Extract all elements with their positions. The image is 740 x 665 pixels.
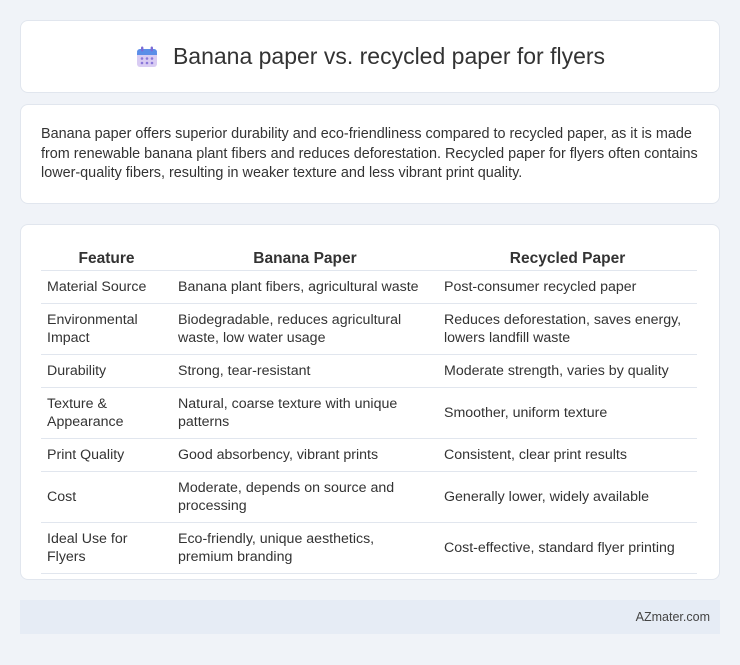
recycled-cell: Cost-effective, standard flyer printing — [438, 522, 697, 574]
summary-paragraph: Banana paper offers superior durability … — [41, 126, 698, 182]
title-wrap: Banana paper vs. recycled paper for flye… — [135, 43, 605, 70]
recycled-cell: Consistent, clear print results — [438, 438, 697, 472]
table-row: Cost Moderate, depends on source and pro… — [41, 471, 697, 523]
page-title: Banana paper vs. recycled paper for flye… — [172, 43, 606, 69]
footer-bar: AZmater.com — [20, 600, 720, 634]
feature-cell: Texture & Appearance — [41, 387, 172, 439]
table-row: Print Quality Good absorbency, vibrant p… — [41, 438, 697, 472]
summary-card: Banana paper offers superior durability … — [20, 104, 720, 204]
banana-cell: Eco-friendly, unique aesthetics, premium… — [172, 522, 438, 574]
feature-cell: Material Source — [41, 270, 172, 304]
title-card: Banana paper vs. recycled paper for flye… — [20, 20, 720, 93]
banana-cell: Good absorbency, vibrant prints — [172, 438, 438, 472]
banana-cell: Strong, tear-resistant — [172, 354, 438, 388]
header-recycled-paper: Recycled Paper — [438, 245, 697, 271]
header-banana-paper: Banana Paper — [172, 245, 438, 271]
table-row: Material Source Banana plant fibers, agr… — [41, 270, 697, 304]
footer-brand: AZmater.com — [635, 610, 710, 624]
table-row: Texture & Appearance Natural, coarse tex… — [41, 387, 697, 439]
banana-cell: Natural, coarse texture with unique patt… — [172, 387, 438, 439]
recycled-cell: Generally lower, widely available — [438, 471, 697, 523]
recycled-cell: Reduces deforestation, saves energy, low… — [438, 303, 697, 355]
feature-cell: Durability — [41, 354, 172, 388]
table-header-row: Feature Banana Paper Recycled Paper — [41, 245, 697, 271]
recycled-cell: Smoother, uniform texture — [438, 387, 697, 439]
banana-cell: Biodegradable, reduces agricultural wast… — [172, 303, 438, 355]
banana-cell: Banana plant fibers, agricultural waste — [172, 270, 438, 304]
table-row: Ideal Use for Flyers Eco-friendly, uniqu… — [41, 522, 697, 574]
feature-cell: Print Quality — [41, 438, 172, 472]
feature-cell: Environmental Impact — [41, 303, 172, 355]
header-feature: Feature — [41, 245, 172, 271]
comparison-table: Feature Banana Paper Recycled Paper Mate… — [41, 245, 697, 574]
calendar-icon — [135, 45, 159, 69]
feature-cell: Cost — [41, 471, 172, 523]
banana-cell: Moderate, depends on source and processi… — [172, 471, 438, 523]
recycled-cell: Post-consumer recycled paper — [438, 270, 697, 304]
recycled-cell: Moderate strength, varies by quality — [438, 354, 697, 388]
table-row: Environmental Impact Biodegradable, redu… — [41, 303, 697, 355]
feature-cell: Ideal Use for Flyers — [41, 522, 172, 574]
table-row: Durability Strong, tear-resistant Modera… — [41, 354, 697, 388]
comparison-card: Feature Banana Paper Recycled Paper Mate… — [20, 224, 720, 580]
